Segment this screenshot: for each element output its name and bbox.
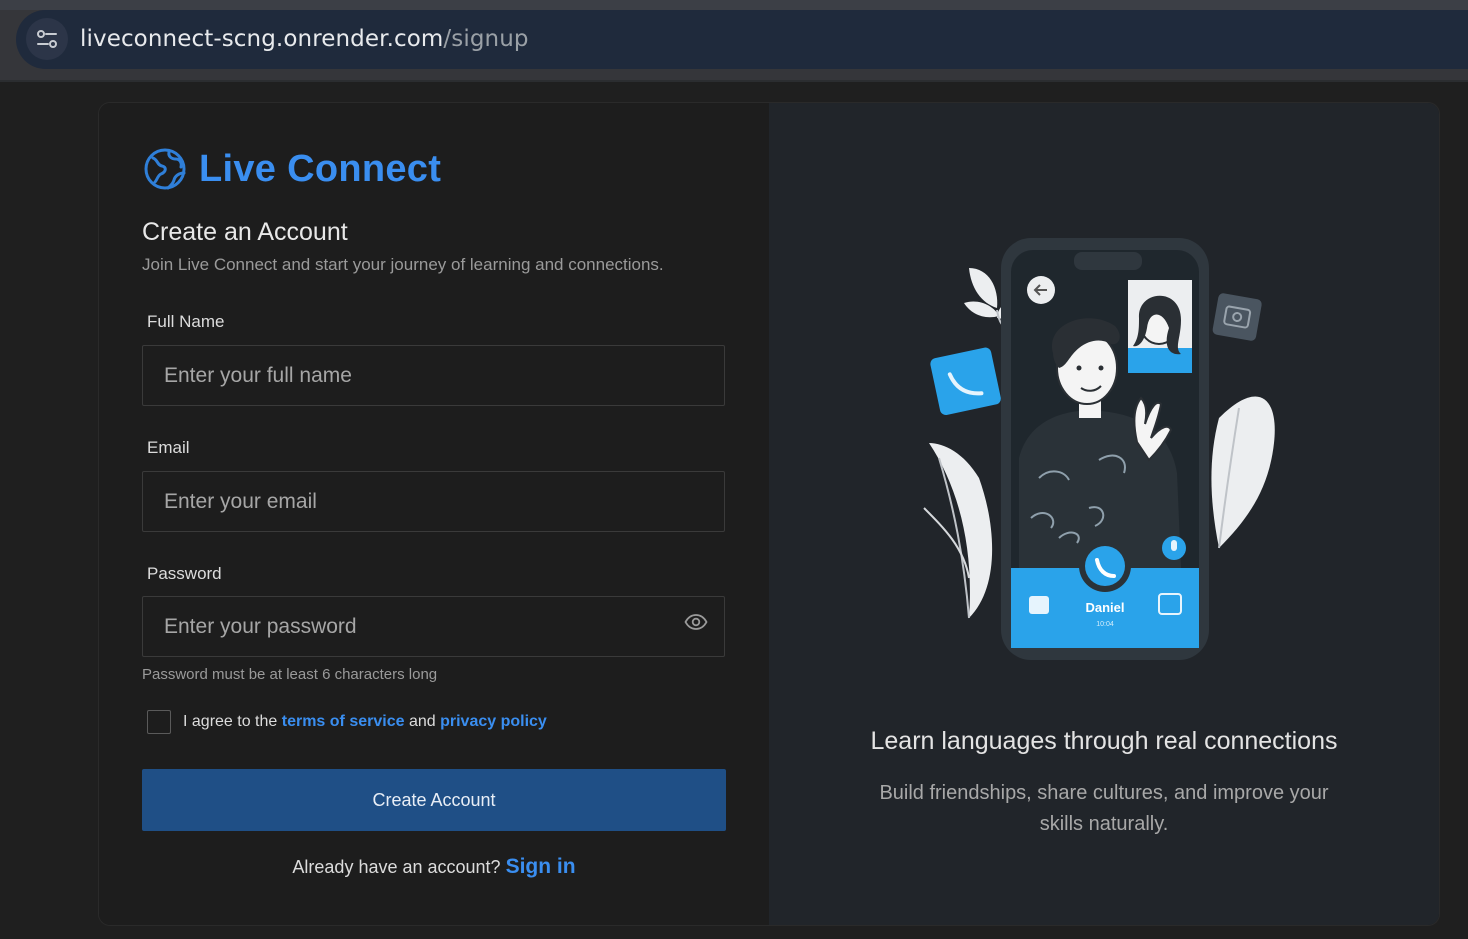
signin-prompt: Already have an account?	[292, 857, 501, 877]
leaf-left-icon	[923, 443, 993, 619]
browser-toolbar: liveconnect-scng.onrender.com/signup	[0, 0, 1468, 82]
sign-in-link[interactable]: Sign in	[506, 855, 576, 878]
brand-name: Live Connect	[199, 147, 442, 190]
camera-card-icon	[1212, 293, 1262, 341]
promo-panel: Daniel 10:04 Learn languages through rea…	[769, 103, 1439, 925]
phone-mockup: Daniel 10:04	[1001, 238, 1209, 660]
tune-icon[interactable]	[26, 18, 68, 60]
signin-prompt-row: Already have an account? Sign in	[99, 855, 769, 879]
brand: Live Connect	[143, 147, 441, 191]
terms-checkbox[interactable]	[147, 710, 171, 734]
password-input[interactable]	[143, 597, 724, 656]
video-call-illustration: Daniel 10:04	[923, 238, 1275, 660]
signup-form-panel: Live Connect Create an Account Join Live…	[99, 103, 769, 925]
terms-text: I agree to the terms of service and priv…	[183, 713, 547, 731]
tab-strip	[0, 0, 1468, 10]
full-name-input[interactable]	[143, 346, 724, 405]
terms-of-service-link[interactable]: terms of service	[282, 713, 405, 730]
page-title: Create an Account	[142, 218, 348, 246]
phone-card-icon	[930, 347, 1001, 415]
call-time: 10:04	[1096, 621, 1114, 628]
email-label: Email	[147, 438, 190, 457]
toolbar-divider	[0, 80, 1468, 82]
full-name-field-wrapper	[142, 345, 725, 406]
eye-icon[interactable]	[684, 610, 708, 634]
promo-subtitle: Build friendships, share cultures, and i…	[879, 782, 1329, 835]
email-field-wrapper	[142, 471, 725, 532]
url-path: /signup	[443, 26, 529, 52]
email-input[interactable]	[143, 472, 724, 531]
terms-prefix: I agree to the	[183, 713, 278, 730]
page-subtitle: Join Live Connect and start your journey…	[142, 255, 664, 274]
signup-card: Live Connect Create an Account Join Live…	[98, 102, 1440, 926]
privacy-policy-link[interactable]: privacy policy	[440, 713, 547, 730]
full-name-label: Full Name	[147, 312, 225, 331]
url-text[interactable]: liveconnect-scng.onrender.com/signup	[80, 26, 529, 52]
password-field-wrapper	[142, 596, 725, 657]
leaf-right-icon	[1211, 396, 1275, 549]
globe-icon	[144, 148, 186, 190]
terms-and: and	[408, 713, 436, 730]
password-hint: Password must be at least 6 characters l…	[142, 666, 438, 683]
create-account-button[interactable]: Create Account	[142, 769, 726, 831]
caller-name: Daniel	[1085, 600, 1124, 615]
terms-agreement: I agree to the terms of service and priv…	[147, 710, 547, 734]
url-host: liveconnect-scng.onrender.com	[80, 26, 444, 52]
promo-title: Learn languages through real connections	[870, 727, 1338, 755]
password-label: Password	[147, 564, 222, 583]
address-bar[interactable]: liveconnect-scng.onrender.com/signup	[16, 10, 1468, 69]
